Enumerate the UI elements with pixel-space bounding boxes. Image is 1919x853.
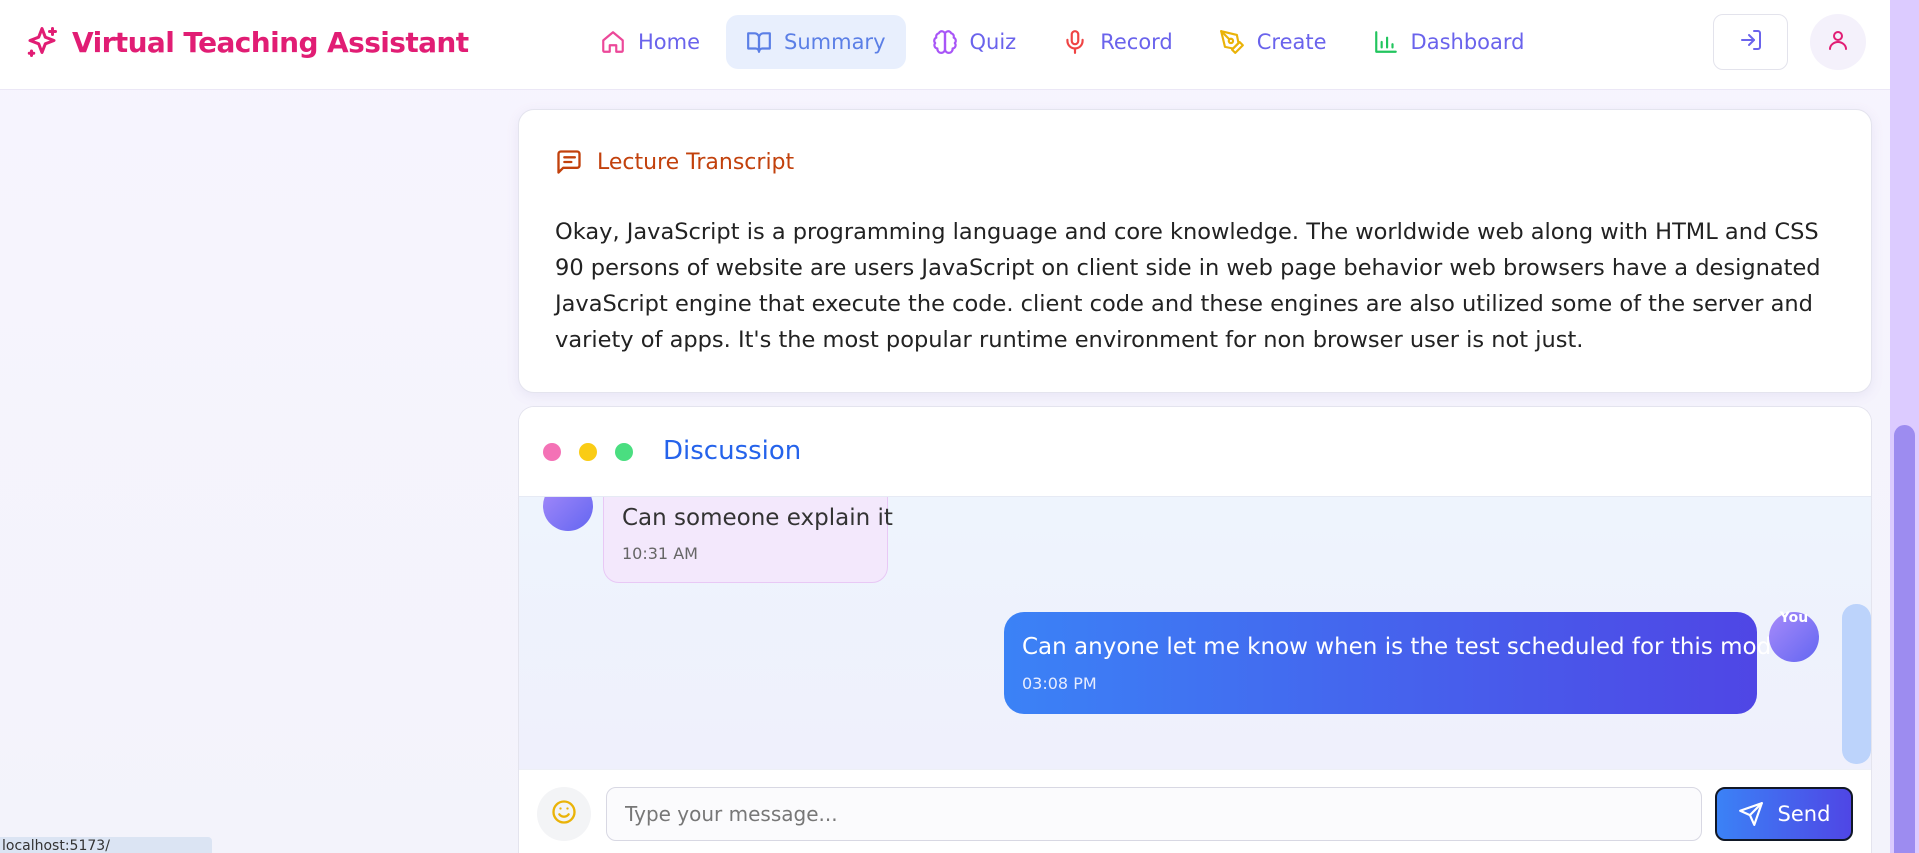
user-icon xyxy=(1826,28,1850,56)
bar-chart-icon xyxy=(1373,29,1399,55)
brain-icon xyxy=(932,29,958,55)
window-dot-pink xyxy=(543,443,561,461)
message-time: 03:08 PM xyxy=(1022,674,1097,693)
transcript-title: Lecture Transcript xyxy=(597,149,795,175)
nav-summary[interactable]: Summary xyxy=(726,15,906,69)
message-input[interactable] xyxy=(606,787,1702,841)
transcript-header: Lecture Transcript xyxy=(555,148,794,176)
smile-icon xyxy=(550,798,578,830)
nav-home[interactable]: Home xyxy=(580,15,720,69)
emoji-button[interactable] xyxy=(537,787,591,841)
send-icon xyxy=(1738,801,1764,827)
transcript-text: Okay, JavaScript is a programming langua… xyxy=(555,219,1821,353)
page-scrollbar-thumb[interactable] xyxy=(1894,425,1915,853)
discussion-header: Discussion xyxy=(519,407,1871,497)
nav-quiz[interactable]: Quiz xyxy=(912,15,1037,69)
top-navbar: Virtual Teaching Assistant Home Summary … xyxy=(0,0,1890,90)
message-composer: Send xyxy=(519,769,1871,853)
message-time: 10:31 AM xyxy=(622,544,698,563)
pen-tool-icon xyxy=(1219,29,1245,55)
avatar-label: You xyxy=(1779,610,1809,626)
send-button[interactable]: Send xyxy=(1715,787,1853,841)
discussion-title: Discussion xyxy=(663,436,802,466)
message-square-text-icon xyxy=(555,148,583,176)
nav-record[interactable]: Record xyxy=(1042,15,1193,69)
browser-status-bar: localhost:5173/ xyxy=(0,837,212,853)
user-profile-button[interactable] xyxy=(1810,14,1866,70)
nav-create[interactable]: Create xyxy=(1199,15,1347,69)
transcript-card: Lecture Transcript Okay, JavaScript is a… xyxy=(518,109,1872,393)
message-text: Can someone explain it xyxy=(622,505,893,531)
sparkles-icon xyxy=(24,24,60,60)
nav-summary-label: Summary xyxy=(784,30,886,54)
discussion-card: Discussion Can someone explain it 10:31 … xyxy=(518,406,1872,853)
brand-title: Virtual Teaching Assistant xyxy=(72,25,469,59)
status-url: localhost:5173/ xyxy=(2,838,110,853)
microphone-icon xyxy=(1062,29,1088,55)
login-button[interactable] xyxy=(1713,14,1788,70)
chat-scrollbar[interactable] xyxy=(1842,604,1871,764)
nav-home-label: Home xyxy=(638,30,701,54)
window-dot-green xyxy=(615,443,633,461)
message-text: Can anyone let me know when is the test … xyxy=(1022,634,1807,660)
log-in-icon xyxy=(1739,28,1763,56)
home-icon xyxy=(600,29,626,55)
book-open-icon xyxy=(746,29,772,55)
nav-create-label: Create xyxy=(1256,30,1327,54)
nav-record-label: Record xyxy=(1100,30,1173,54)
message-list[interactable]: Can someone explain it 10:31 AM Can anyo… xyxy=(519,497,1871,769)
nav-dashboard[interactable]: Dashboard xyxy=(1353,15,1545,69)
message-bubble-other: Can someone explain it 10:31 AM xyxy=(603,497,893,583)
send-label: Send xyxy=(1777,802,1831,826)
avatar-you: You xyxy=(1769,610,1819,662)
brand[interactable]: Virtual Teaching Assistant xyxy=(24,24,469,60)
message-bubble-own: Can anyone let me know when is the test … xyxy=(1004,612,1806,714)
main-nav: Home Summary Quiz Record Create Dashboar… xyxy=(580,15,1550,69)
nav-dashboard-label: Dashboard xyxy=(1410,30,1525,54)
window-dot-yellow xyxy=(579,443,597,461)
app: Virtual Teaching Assistant Home Summary … xyxy=(0,0,1890,853)
avatar xyxy=(543,497,593,531)
nav-quiz-label: Quiz xyxy=(969,30,1017,54)
